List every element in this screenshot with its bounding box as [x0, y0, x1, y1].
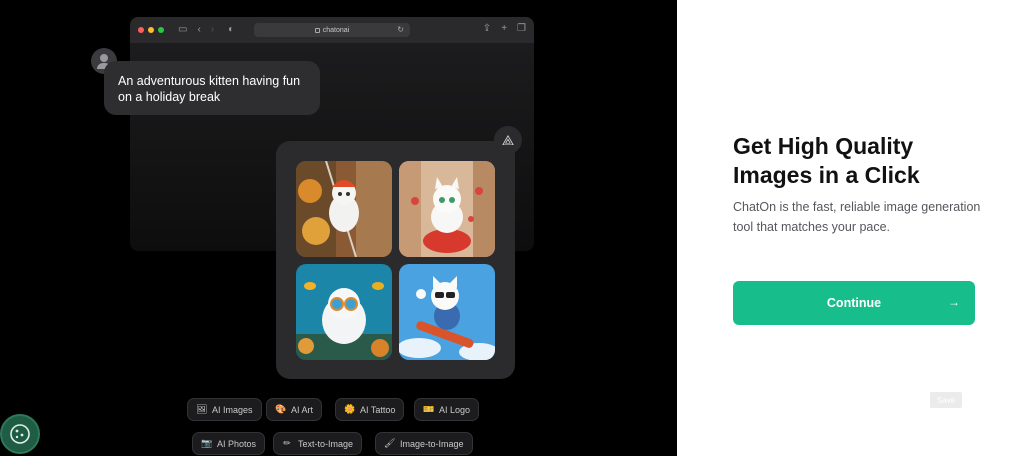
tabs-icon: ❐: [517, 23, 526, 34]
cookie-icon: [10, 424, 30, 444]
image-tile: [399, 264, 495, 360]
chip-ai-images[interactable]: 🖼 AI Images: [187, 398, 262, 421]
address-text: chatonai: [322, 26, 350, 34]
shield-icon: ◐: [228, 24, 235, 35]
share-icon: ⇪: [482, 23, 492, 34]
address-bar: chatonai ↻: [254, 23, 410, 37]
ticket-icon: 🎫: [423, 404, 435, 414]
browser-toolbar: ▭ ‹ › ◐ chatonai ↻ ⇪ + ❐: [130, 17, 534, 43]
arrow-right-icon: →: [948, 295, 960, 309]
chip-ai-tattoo[interactable]: 🌼 AI Tattoo: [335, 398, 405, 421]
chip-image-to-image[interactable]: 🖌 Image-to-Image: [375, 432, 473, 455]
close-dot-icon: [138, 27, 144, 33]
image-tile: [296, 161, 392, 257]
continue-button[interactable]: Continue →: [733, 281, 975, 325]
chip-text-to-image[interactable]: ✏ Text-to-Image: [273, 432, 363, 455]
reload-icon: ↻: [397, 25, 404, 34]
sidebar-icon: ▭: [178, 24, 188, 35]
promo-panel: ▭ ‹ › ◐ chatonai ↻ ⇪ + ❐ An adventurous …: [0, 0, 677, 456]
kitten-scooter-image: [399, 161, 495, 257]
kitten-skateboard-image: [399, 264, 495, 360]
chip-ai-photos[interactable]: 📷 AI Photos: [192, 432, 266, 455]
image-grid: [276, 141, 515, 379]
back-icon: ‹: [197, 24, 201, 35]
flower-icon: 🌼: [344, 404, 356, 414]
brush-icon: 🖌: [384, 438, 396, 448]
image-tile: [296, 264, 392, 360]
pencil-icon: ✏: [283, 438, 291, 448]
page-title: Get High Quality Images in a Click: [733, 133, 920, 188]
save-button[interactable]: Save: [930, 392, 962, 408]
chip-ai-logo[interactable]: 🎫 AI Logo: [414, 398, 480, 421]
kitten-underwater-image: [296, 264, 392, 360]
kitten-climbing-image: [296, 161, 392, 257]
image-tile: [399, 161, 495, 257]
chip-ai-art[interactable]: 🎨 AI Art: [266, 398, 323, 421]
prompt-bubble: An adventurous kitten having fun on a ho…: [104, 61, 320, 115]
page-subtitle: ChatOn is the fast, reliable image gener…: [733, 200, 981, 234]
model-logo-icon: ⟁: [494, 126, 522, 154]
lock-icon: [314, 27, 320, 33]
cookie-settings-button[interactable]: [0, 414, 40, 454]
palette-icon: 🎨: [275, 404, 287, 414]
forward-icon: ›: [210, 24, 215, 35]
picture-icon: 🖼: [196, 404, 208, 414]
new-tab-icon: +: [501, 23, 508, 34]
minimize-dot-icon: [148, 27, 154, 33]
maximize-dot-icon: [158, 27, 164, 33]
camera-icon: 📷: [201, 438, 213, 448]
